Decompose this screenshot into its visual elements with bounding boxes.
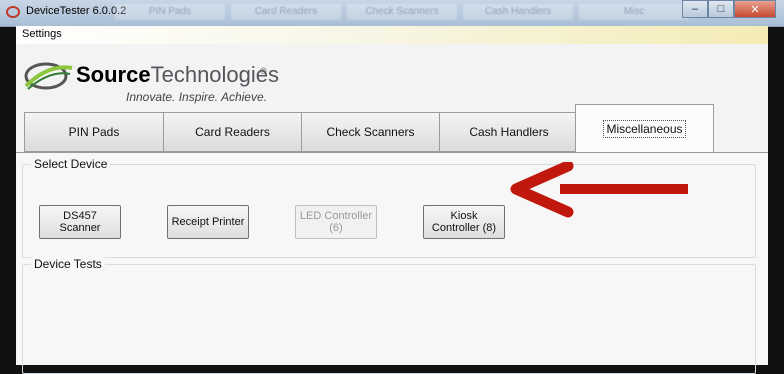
- tab-label: Card Readers: [195, 125, 270, 139]
- tab-label: PIN Pads: [68, 125, 120, 139]
- brand-tagline: Innovate. Inspire. Achieve.: [126, 90, 267, 104]
- menu-bar: Settings: [16, 26, 768, 44]
- tab-card-readers[interactable]: Card Readers: [163, 112, 302, 152]
- tab-pin-pads[interactable]: PIN Pads: [24, 112, 164, 152]
- close-button[interactable]: ✕: [734, 0, 776, 18]
- receipt-printer-button[interactable]: Receipt Printer: [167, 205, 249, 239]
- window-controls: – □ ✕: [682, 0, 776, 18]
- ds457-scanner-button[interactable]: DS457 Scanner: [39, 205, 121, 239]
- tab-label: Miscellaneous: [603, 119, 686, 138]
- device-tests-group: Device Tests: [22, 257, 756, 374]
- menu-settings[interactable]: Settings: [22, 28, 62, 40]
- registered-mark: ®: [260, 66, 267, 76]
- brand-bold: Source: [76, 62, 151, 87]
- red-arrow-icon: [510, 162, 688, 218]
- ghost-tab: Cash Handlers: [463, 4, 573, 20]
- title-bar: DeviceTester 6.0.0.2 PIN Pads Card Reade…: [0, 0, 784, 27]
- tab-cash-handlers[interactable]: Cash Handlers: [439, 112, 579, 152]
- ghost-tab: PIN Pads: [115, 4, 225, 20]
- ghost-tab: Check Scanners: [347, 4, 457, 20]
- app-icon: [6, 6, 20, 18]
- window-title: DeviceTester 6.0.0.2: [26, 5, 127, 17]
- led-controller-button[interactable]: LED Controller (6): [295, 205, 377, 239]
- ghost-tab: Misc: [579, 4, 689, 20]
- brand-name: SourceTechnologies: [76, 62, 279, 88]
- device-tests-label: Device Tests: [31, 257, 105, 271]
- kiosk-controller-button[interactable]: Kiosk Controller (8): [423, 205, 505, 239]
- tab-check-scanners[interactable]: Check Scanners: [301, 112, 440, 152]
- maximize-button[interactable]: □: [708, 0, 734, 18]
- taskbar-ghosts: PIN Pads Card Readers Check Scanners Cas…: [115, 4, 689, 20]
- ghost-tab: Card Readers: [231, 4, 341, 20]
- tab-label: Cash Handlers: [469, 125, 549, 139]
- select-device-label: Select Device: [31, 157, 111, 171]
- logo-swoosh-icon: [24, 62, 73, 90]
- tab-label: Check Scanners: [326, 125, 415, 139]
- tab-miscellaneous[interactable]: Miscellaneous: [575, 104, 714, 152]
- minimize-button[interactable]: –: [682, 0, 708, 18]
